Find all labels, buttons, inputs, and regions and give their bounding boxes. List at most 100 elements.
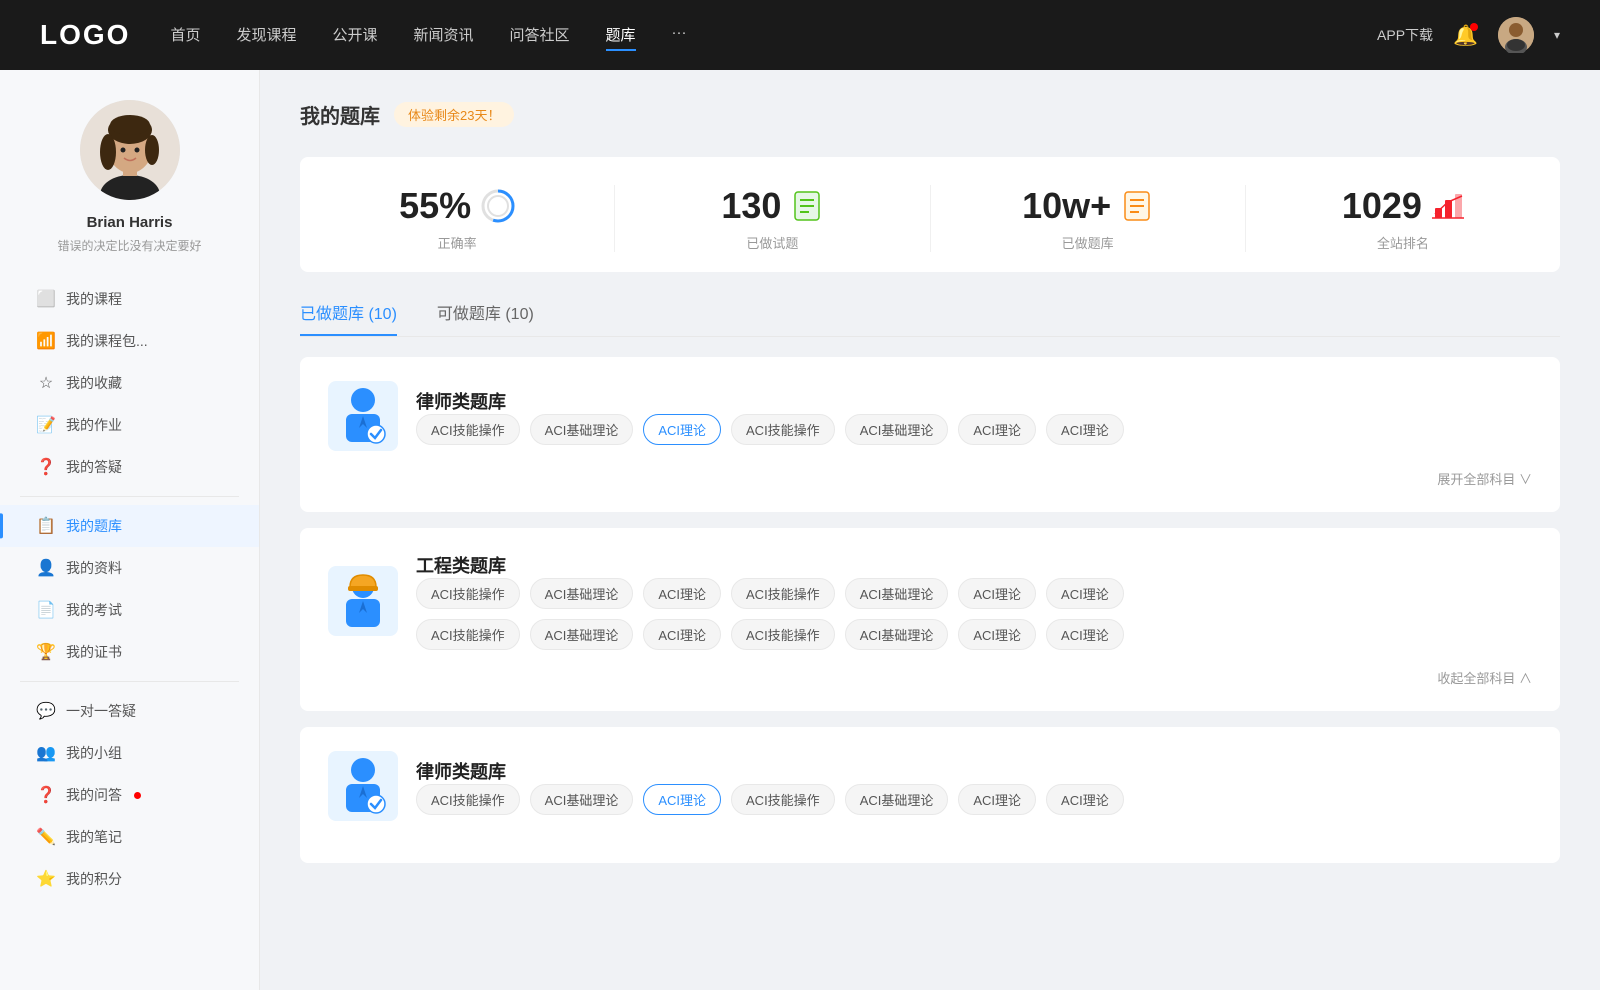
user-avatar[interactable] — [1498, 17, 1534, 53]
app-download-button[interactable]: APP下载 — [1377, 25, 1433, 45]
sidebar-item-my-courses[interactable]: ⬜ 我的课程 — [0, 278, 259, 320]
sidebar-item-groups[interactable]: 👥 我的小组 — [0, 732, 259, 774]
sidebar: Brian Harris 错误的决定比没有决定要好 ⬜ 我的课程 📶 我的课程包… — [0, 70, 260, 990]
sidebar-menu: ⬜ 我的课程 📶 我的课程包... ☆ 我的收藏 📝 我的作业 ❓ 我的答疑 📋 — [0, 278, 259, 900]
nav-open-course[interactable]: 公开课 — [332, 20, 377, 51]
sidebar-item-questions[interactable]: ❓ 我的答疑 — [0, 446, 259, 488]
tag-law2-theory-active[interactable]: ACI理论 — [643, 784, 721, 815]
sidebar-label-questions: 我的答疑 — [66, 457, 122, 477]
qbank-icon: 📋 — [36, 516, 56, 536]
nav-discover[interactable]: 发现课程 — [236, 20, 296, 51]
homework-icon: 📝 — [36, 415, 56, 435]
nav-right: APP下载 🔔 ▾ — [1377, 17, 1560, 53]
tag-eng-skill-1[interactable]: ACI技能操作 — [416, 578, 520, 609]
tag-aci-theory-3[interactable]: ACI理论 — [1046, 414, 1124, 445]
qbank-card-lawyer-2: 律师类题库 ACI技能操作 ACI基础理论 ACI理论 ACI技能操作 ACI基… — [300, 727, 1560, 863]
tag-aci-basic-2[interactable]: ACI基础理论 — [845, 414, 949, 445]
nav-qbank[interactable]: 题库 — [606, 20, 636, 51]
tag-aci-theory-basic-1[interactable]: ACI基础理论 — [530, 414, 634, 445]
stats-row: 55% 正确率 130 — [300, 157, 1560, 272]
tag-eng-theory-6[interactable]: ACI理论 — [1046, 619, 1124, 650]
tag-eng-basic-2[interactable]: ACI基础理论 — [845, 578, 949, 609]
qbank-icon-lawyer-2 — [328, 751, 398, 821]
expand-lawyer-1[interactable]: 展开全部科目 ∨ — [328, 469, 1532, 488]
qbank-icon-engineer — [328, 566, 398, 636]
stat-done-label: 已做试题 — [746, 233, 798, 252]
stat-correct-label: 正确率 — [438, 233, 477, 252]
sidebar-item-tutoring[interactable]: 💬 一对一答疑 — [0, 690, 259, 732]
tag-eng-theory-4[interactable]: ACI理论 — [643, 619, 721, 650]
tab-available-banks[interactable]: 可做题库 (10) — [437, 300, 534, 336]
qbank-header-lawyer-2: 律师类题库 ACI技能操作 ACI基础理论 ACI理论 ACI技能操作 ACI基… — [328, 751, 1532, 821]
profile-icon: 👤 — [36, 558, 56, 578]
lawyer-icon-svg — [336, 386, 390, 446]
notification-red-dot — [134, 792, 141, 799]
stat-done-top: 130 — [721, 185, 823, 227]
stat-done-questions: 130 已做试题 — [615, 185, 930, 252]
notification-bell-icon[interactable]: 🔔 — [1453, 23, 1478, 48]
sidebar-item-my-questions[interactable]: ❓ 我的问答 — [0, 774, 259, 816]
stat-done-banks: 10w+ 已做题库 — [931, 185, 1246, 252]
stat-correct-top: 55% — [399, 185, 515, 227]
qbank-name-lawyer-2: 律师类题库 — [416, 758, 1532, 784]
tag-law2-basic-2[interactable]: ACI基础理论 — [845, 784, 949, 815]
tag-law2-theory-2[interactable]: ACI理论 — [958, 784, 1036, 815]
qbank-header-lawyer-1: 律师类题库 ACI技能操作 ACI基础理论 ACI理论 ACI技能操作 ACI基… — [328, 381, 1532, 451]
tag-law2-basic-1[interactable]: ACI基础理论 — [530, 784, 634, 815]
sidebar-item-course-packages[interactable]: 📶 我的课程包... — [0, 320, 259, 362]
sidebar-item-homework[interactable]: 📝 我的作业 — [0, 404, 259, 446]
sidebar-item-notes[interactable]: ✏️ 我的笔记 — [0, 816, 259, 858]
tabs-row: 已做题库 (10) 可做题库 (10) — [300, 300, 1560, 337]
tag-eng-basic-4[interactable]: ACI基础理论 — [845, 619, 949, 650]
sidebar-item-exams[interactable]: 📄 我的考试 — [0, 589, 259, 631]
tag-law2-skill-1[interactable]: ACI技能操作 — [416, 784, 520, 815]
stat-ranking-label: 全站排名 — [1377, 233, 1429, 252]
stat-done-value: 130 — [721, 185, 781, 227]
collapse-engineer[interactable]: 收起全部科目 ∧ — [328, 668, 1532, 687]
nav-home[interactable]: 首页 — [170, 20, 200, 51]
notification-dot — [1470, 23, 1478, 31]
tag-eng-basic-1[interactable]: ACI基础理论 — [530, 578, 634, 609]
my-question-icon: ❓ — [36, 785, 56, 805]
sidebar-item-profile[interactable]: 👤 我的资料 — [0, 547, 259, 589]
tag-eng-theory-2[interactable]: ACI理论 — [958, 578, 1036, 609]
tutoring-icon: 💬 — [36, 701, 56, 721]
tab-done-banks[interactable]: 已做题库 (10) — [300, 300, 397, 336]
tag-eng-theory-1[interactable]: ACI理论 — [643, 578, 721, 609]
sidebar-label-homework: 我的作业 — [66, 415, 122, 435]
tag-eng-theory-3[interactable]: ACI理论 — [1046, 578, 1124, 609]
sidebar-item-favorites[interactable]: ☆ 我的收藏 — [0, 362, 259, 404]
tag-aci-skill-2[interactable]: ACI技能操作 — [731, 414, 835, 445]
nav-qa[interactable]: 问答社区 — [510, 20, 570, 51]
tag-aci-theory-active-1[interactable]: ACI理论 — [643, 414, 721, 445]
nav-more[interactable]: ··· — [672, 20, 687, 51]
user-menu-chevron-icon[interactable]: ▾ — [1554, 28, 1560, 42]
sidebar-divider-1 — [20, 496, 239, 497]
tags-lawyer-1: ACI技能操作 ACI基础理论 ACI理论 ACI技能操作 ACI基础理论 AC… — [416, 414, 1532, 445]
tag-eng-skill-3[interactable]: ACI技能操作 — [416, 619, 520, 650]
main-content: 我的题库 体验剩余23天！ 55% 正确率 130 — [260, 70, 1600, 990]
sidebar-item-qbank[interactable]: 📋 我的题库 — [0, 505, 259, 547]
sidebar-avatar — [80, 100, 180, 200]
stat-ranking: 1029 全站排名 — [1246, 185, 1560, 252]
nav-news[interactable]: 新闻资讯 — [414, 20, 474, 51]
sidebar-motto: 错误的决定比没有决定要好 — [57, 237, 201, 254]
nav-links: 首页 发现课程 公开课 新闻资讯 问答社区 题库 ··· — [170, 20, 1337, 51]
qbank-card-lawyer-1: 律师类题库 ACI技能操作 ACI基础理论 ACI理论 ACI技能操作 ACI基… — [300, 357, 1560, 512]
doc-green-icon — [791, 190, 823, 222]
sidebar-item-certificates[interactable]: 🏆 我的证书 — [0, 631, 259, 673]
tag-eng-theory-5[interactable]: ACI理论 — [958, 619, 1036, 650]
stat-ranking-top: 1029 — [1342, 185, 1464, 227]
tag-eng-basic-3[interactable]: ACI基础理论 — [530, 619, 634, 650]
tag-law2-skill-2[interactable]: ACI技能操作 — [731, 784, 835, 815]
main-layout: Brian Harris 错误的决定比没有决定要好 ⬜ 我的课程 📶 我的课程包… — [0, 70, 1600, 990]
tag-aci-skill-1[interactable]: ACI技能操作 — [416, 414, 520, 445]
tag-law2-theory-3[interactable]: ACI理论 — [1046, 784, 1124, 815]
sidebar-username: Brian Harris — [87, 214, 173, 231]
tag-eng-skill-2[interactable]: ACI技能操作 — [731, 578, 835, 609]
tags-engineer-row2: ACI技能操作 ACI基础理论 ACI理论 ACI技能操作 ACI基础理论 AC… — [416, 619, 1532, 650]
tag-aci-theory-2[interactable]: ACI理论 — [958, 414, 1036, 445]
sidebar-item-points[interactable]: ⭐ 我的积分 — [0, 858, 259, 900]
sidebar-label-my-questions: 我的问答 — [66, 785, 122, 805]
tag-eng-skill-4[interactable]: ACI技能操作 — [731, 619, 835, 650]
